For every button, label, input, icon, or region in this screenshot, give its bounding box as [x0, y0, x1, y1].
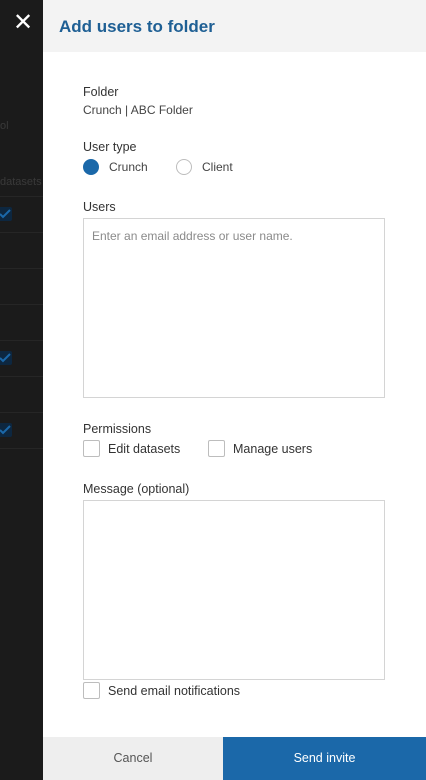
background-checkbox-icon	[0, 423, 12, 437]
send-notifications-label[interactable]: Send email notifications	[108, 684, 240, 698]
send-notifications-checkbox[interactable]	[83, 682, 100, 699]
manage-users-checkbox[interactable]	[208, 440, 225, 457]
edit-datasets-label[interactable]: Edit datasets	[108, 442, 180, 456]
user-type-crunch-radio[interactable]	[83, 159, 99, 175]
close-icon[interactable]: ✕	[10, 10, 36, 36]
cancel-button[interactable]: Cancel	[43, 737, 223, 780]
background-divider	[0, 448, 43, 449]
manage-users-label[interactable]: Manage users	[233, 442, 312, 456]
user-type-client-radio[interactable]	[176, 159, 192, 175]
panel-header: Add users to folder	[43, 0, 426, 52]
edit-datasets-checkbox[interactable]	[83, 440, 100, 457]
send-invite-button[interactable]: Send invite	[223, 737, 426, 780]
background-divider	[0, 304, 43, 305]
folder-label: Folder	[83, 85, 119, 99]
users-input[interactable]	[83, 218, 385, 398]
user-type-crunch-label[interactable]: Crunch	[109, 160, 148, 174]
background-divider	[0, 340, 43, 341]
users-label: Users	[83, 200, 116, 214]
folder-value: Crunch | ABC Folder	[83, 103, 193, 117]
background-text-fragment: ol	[0, 120, 9, 132]
background-checkbox-icon	[0, 207, 12, 221]
permissions-label: Permissions	[83, 422, 152, 436]
user-type-label: User type	[83, 140, 137, 154]
user-type-client-label[interactable]: Client	[202, 160, 233, 174]
add-users-panel: Add users to folder Folder Crunch | ABC …	[43, 0, 426, 780]
page-backdrop: ✕ ol datasets	[0, 0, 43, 780]
panel-title: Add users to folder	[59, 17, 215, 36]
background-divider	[0, 268, 43, 269]
background-divider	[0, 232, 43, 233]
background-column-header: datasets	[0, 176, 42, 188]
message-label: Message (optional)	[83, 482, 190, 496]
background-divider	[0, 412, 43, 413]
background-divider	[0, 196, 43, 197]
background-checkbox-icon	[0, 351, 12, 365]
panel-footer: Cancel Send invite	[43, 737, 426, 780]
background-divider	[0, 376, 43, 377]
message-input[interactable]	[83, 500, 385, 680]
